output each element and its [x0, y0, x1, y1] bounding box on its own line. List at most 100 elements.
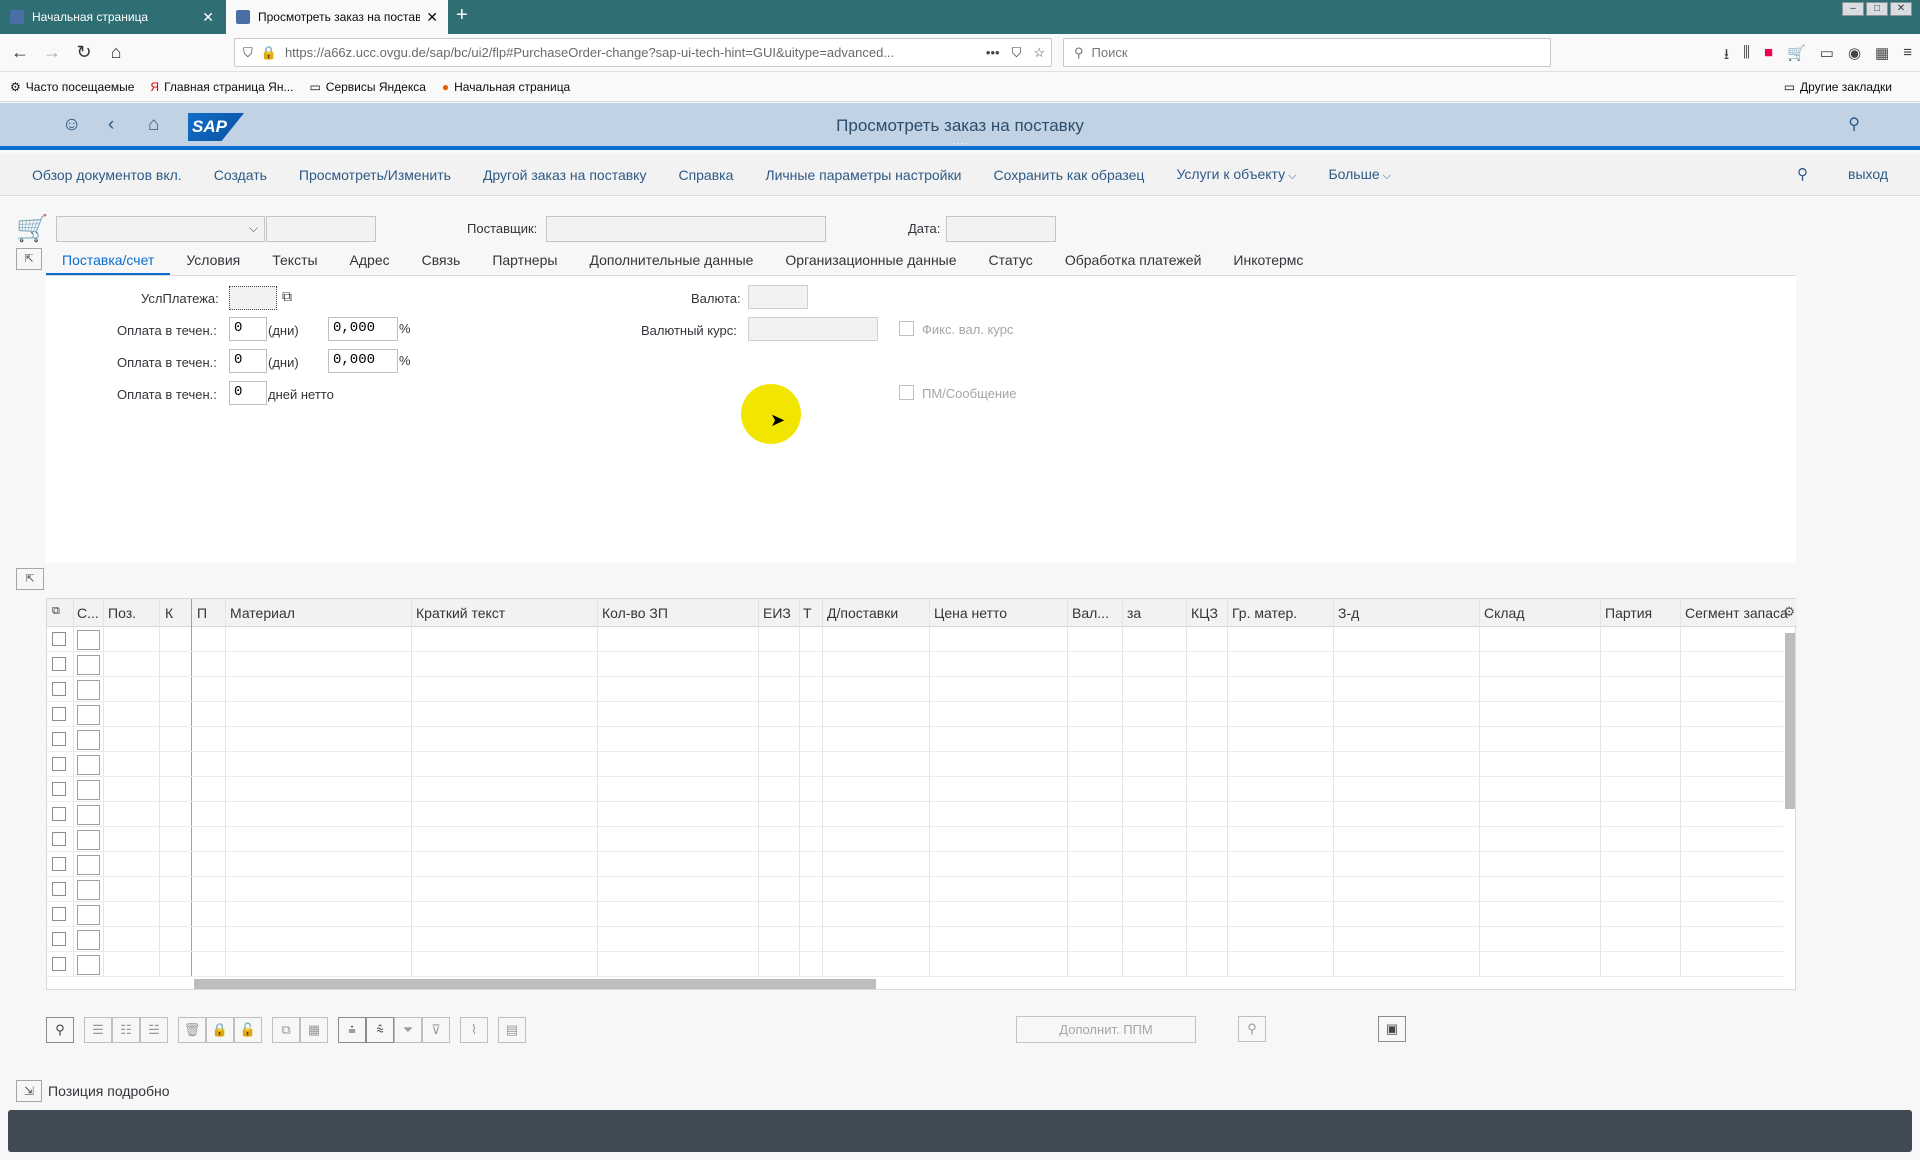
- cart-icon[interactable]: 🛒: [1787, 44, 1806, 69]
- exit-button[interactable]: выход: [1848, 166, 1888, 182]
- col-quantity[interactable]: Кол-во ЗП: [602, 605, 668, 621]
- bookmark-other[interactable]: ▭ Другие закладки: [1784, 80, 1892, 94]
- table-row[interactable]: [47, 777, 1783, 802]
- zoom-in-icon[interactable]: ⚲: [1238, 1016, 1266, 1042]
- col-per[interactable]: за: [1127, 605, 1141, 621]
- tab-conditions[interactable]: Условия: [170, 248, 256, 275]
- row-status-cell[interactable]: [77, 855, 100, 875]
- delete-icon[interactable]: 🗑: [178, 1017, 206, 1043]
- list-check-icon[interactable]: ☷: [112, 1017, 140, 1043]
- minimize-icon[interactable]: –: [1842, 2, 1864, 16]
- col-t[interactable]: Т: [803, 605, 812, 621]
- horizontal-scrollbar[interactable]: [194, 979, 876, 989]
- cart-icon[interactable]: 🛒: [16, 213, 48, 244]
- row-status-cell[interactable]: [77, 830, 100, 850]
- search-icon[interactable]: ⚲: [1848, 114, 1860, 134]
- item-detail-toggle[interactable]: ⇲ Позиция подробно: [16, 1080, 170, 1102]
- col-stock-segment[interactable]: Сегмент запаса: [1685, 605, 1788, 621]
- home-icon[interactable]: ⌂: [104, 42, 128, 63]
- row-select-checkbox[interactable]: [52, 832, 66, 846]
- lock-icon[interactable]: 🔒: [261, 45, 277, 61]
- tab-incoterms[interactable]: Инкотермс: [1217, 248, 1319, 275]
- bookmark-yandex-services[interactable]: ▭ Сервисы Яндекса: [309, 80, 425, 94]
- lock-icon[interactable]: 🔒: [206, 1017, 234, 1043]
- row-status-cell[interactable]: [77, 630, 100, 650]
- print-preview-icon[interactable]: ▣: [1378, 1016, 1406, 1042]
- bookmark-star-icon[interactable]: ☆: [1033, 45, 1045, 61]
- exchange-rate-field[interactable]: [748, 317, 878, 341]
- attachment-icon[interactable]: ⌇: [460, 1017, 488, 1043]
- row-status-cell[interactable]: [77, 955, 100, 975]
- forward-icon[interactable]: →: [40, 42, 64, 63]
- tab-status[interactable]: Статус: [973, 248, 1049, 275]
- row-status-cell[interactable]: [77, 805, 100, 825]
- expand-icon[interactable]: ⇲: [16, 1080, 42, 1102]
- row-select-checkbox[interactable]: [52, 732, 66, 746]
- col-delivery-date[interactable]: Д/поставки: [827, 605, 898, 621]
- col-storage[interactable]: Склад: [1484, 605, 1525, 621]
- row-select-checkbox[interactable]: [52, 807, 66, 821]
- tab-address[interactable]: Адрес: [334, 248, 406, 275]
- table-row[interactable]: [47, 827, 1783, 852]
- pocket-icon[interactable]: ⛉: [1012, 45, 1022, 61]
- grab-handle[interactable]: ····: [952, 138, 969, 149]
- gr-message-checkbox[interactable]: [899, 385, 914, 400]
- row-status-cell[interactable]: [77, 905, 100, 925]
- col-plant[interactable]: З-д: [1338, 605, 1359, 621]
- unlock-icon[interactable]: 🔓: [234, 1017, 262, 1043]
- row-status-cell[interactable]: [77, 655, 100, 675]
- bookmark-start-page[interactable]: ● Начальная страница: [442, 80, 570, 94]
- bookmark-yandex[interactable]: Я Главная страница Ян...: [150, 80, 293, 94]
- toolbar-save-as-template[interactable]: Сохранить как образец: [993, 167, 1144, 183]
- toolbar-other-po[interactable]: Другой заказ на поставку: [483, 167, 647, 183]
- table-row[interactable]: [47, 952, 1783, 977]
- table-row[interactable]: [47, 852, 1783, 877]
- close-tab-icon[interactable]: ✕: [426, 9, 438, 26]
- supplier-field[interactable]: [546, 216, 826, 242]
- row-status-cell[interactable]: [77, 880, 100, 900]
- table-row[interactable]: [47, 902, 1783, 927]
- days-field-1[interactable]: 0: [229, 317, 267, 341]
- row-select-checkbox[interactable]: [52, 757, 66, 771]
- date-field[interactable]: [946, 216, 1056, 242]
- table-row[interactable]: [47, 702, 1783, 727]
- row-status-cell[interactable]: [77, 730, 100, 750]
- toolbar-object-services[interactable]: Услуги к объекту ⌵: [1176, 166, 1296, 183]
- toolbar-more[interactable]: Больше ⌵: [1328, 166, 1391, 183]
- extensions-icon[interactable]: ▦: [1875, 44, 1889, 69]
- col-net-price[interactable]: Цена нетто: [934, 605, 1007, 621]
- percent-field-2[interactable]: 0,000: [328, 349, 398, 373]
- url-text[interactable]: https://a66z.ucc.ovgu.de/sap/bc/ui2/flp#…: [285, 45, 980, 60]
- col-opu[interactable]: КЦЗ: [1191, 605, 1218, 621]
- collapse-items-button[interactable]: ⇱: [16, 568, 44, 590]
- col-uom[interactable]: ЕИЗ: [763, 605, 791, 621]
- toolbar-personal-settings[interactable]: Личные параметры настройки: [765, 167, 961, 183]
- row-status-cell[interactable]: [77, 930, 100, 950]
- col-material[interactable]: Материал: [230, 605, 295, 621]
- col-batch[interactable]: Партия: [1605, 605, 1652, 621]
- percent-field-1[interactable]: 0,000: [328, 317, 398, 341]
- zoom-icon[interactable]: ⚲: [46, 1017, 74, 1043]
- days-field-2[interactable]: 0: [229, 349, 267, 373]
- browser-tab-purchase-order[interactable]: Просмотреть заказ на постав... ✕: [226, 0, 448, 34]
- payment-terms-field[interactable]: [229, 286, 277, 310]
- tab-partners[interactable]: Партнеры: [476, 248, 573, 275]
- menu-icon[interactable]: ≡: [1903, 44, 1912, 69]
- library-icon[interactable]: ⫼: [1743, 44, 1750, 69]
- sort-descending-icon[interactable]: ⩯: [366, 1017, 394, 1043]
- toolbar-create[interactable]: Создать: [214, 167, 267, 183]
- col-item[interactable]: Поз.: [108, 605, 136, 621]
- account-icon[interactable]: ◉: [1848, 44, 1861, 69]
- col-status[interactable]: С...: [77, 605, 99, 621]
- row-status-cell[interactable]: [77, 680, 100, 700]
- col-short-text[interactable]: Краткий текст: [416, 605, 505, 621]
- download-icon[interactable]: ⭳: [1724, 44, 1729, 69]
- row-select-checkbox[interactable]: [52, 707, 66, 721]
- list-icon[interactable]: ☰: [84, 1017, 112, 1043]
- row-status-cell[interactable]: [77, 705, 100, 725]
- table-row[interactable]: [47, 927, 1783, 952]
- more-icon[interactable]: •••: [986, 45, 1000, 60]
- table-row[interactable]: [47, 752, 1783, 777]
- additional-planning-button[interactable]: Дополнит. ППМ: [1016, 1016, 1196, 1043]
- row-select-checkbox[interactable]: [52, 657, 66, 671]
